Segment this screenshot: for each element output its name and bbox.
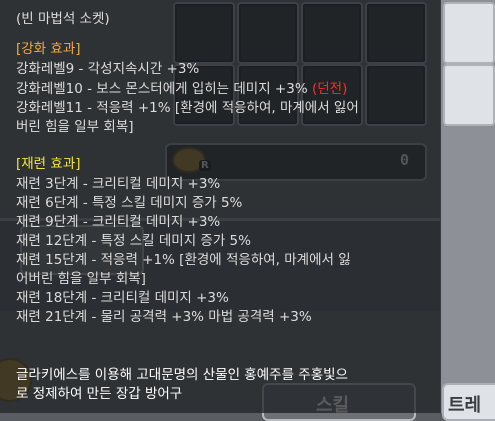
item-description: 로 정제하여 만든 장갑 방어구 bbox=[16, 386, 183, 402]
refine-line: 재련 6단계 - 특정 스킬 데미지 증가 5% bbox=[16, 195, 243, 211]
enhance-line: 강화레벨11 - 적응력 +1% [환경에 적응하여, 마계에서 잃어 bbox=[16, 100, 359, 116]
item-description: 글라키에스를 이용해 고대문명의 산물인 홍예주를 주홍빛으 bbox=[16, 367, 348, 383]
enhance-line: 강화레벨9 - 각성지속시간 +3% bbox=[16, 61, 200, 77]
refine-line: 어버린 힘을 일부 회복] bbox=[16, 271, 146, 287]
trade-button-label: 트레 bbox=[448, 395, 482, 416]
refine-line: 재련 3단계 - 크리티컬 데미지 +3% bbox=[16, 176, 221, 192]
side-slot[interactable] bbox=[443, 64, 495, 126]
enhance-header: [강화 효과] bbox=[16, 41, 81, 57]
enhance-line: 버린 힘을 일부 회복] bbox=[16, 119, 134, 135]
refine-line: 재련 9단계 - 크리티컬 데미지 +3% bbox=[16, 214, 221, 230]
side-slot[interactable] bbox=[443, 2, 495, 64]
refine-line: 재련 12단계 - 특정 스킬 데미지 증가 5% bbox=[16, 233, 251, 249]
refine-header: [재련 효과] bbox=[16, 156, 81, 172]
refine-line: 재련 21단계 - 물리 공격력 +3% 마법 공격력 +3% bbox=[16, 309, 312, 325]
item-tooltip: (빈 마법석 소켓) [강화 효과] 강화레벨9 - 각성지속시간 +3% 강화… bbox=[0, 0, 441, 413]
enhance-line-row: 강화레벨10 - 보스 몬스터에게 입히는 데미지 +3% (던전) bbox=[16, 80, 347, 98]
dungeon-tag: (던전) bbox=[311, 81, 348, 97]
refine-line: 재련 18단계 - 크리티컬 데미지 +3% bbox=[16, 290, 229, 306]
trade-button[interactable]: 트레 bbox=[442, 383, 495, 421]
socket-line: (빈 마법석 소켓) bbox=[16, 11, 110, 27]
refine-line: 재련 15단계 - 적응력 +1% [환경에 적응하여, 마계에서 잃 bbox=[16, 252, 351, 268]
enhance-line: 강화레벨10 - 보스 몬스터에게 입히는 데미지 +3% bbox=[16, 81, 308, 97]
